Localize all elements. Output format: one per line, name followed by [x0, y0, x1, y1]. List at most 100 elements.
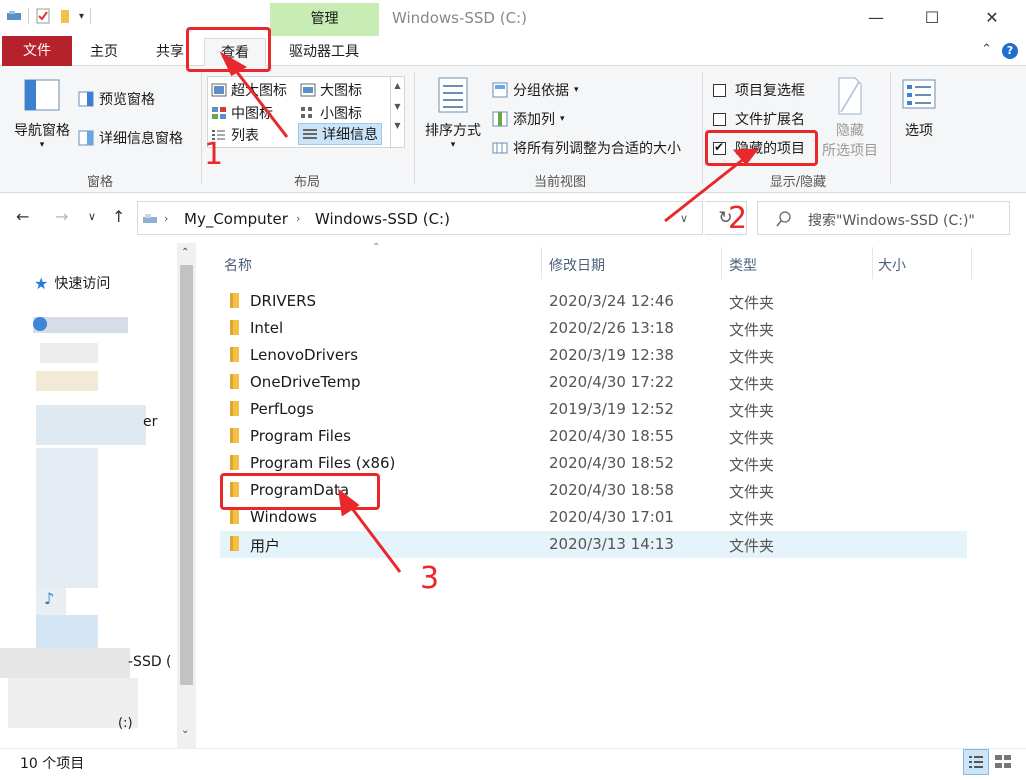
layout-details[interactable]: 详细信息 [298, 123, 382, 145]
chevron-up-icon[interactable]: ▲ [391, 81, 404, 90]
large-icons-view-button[interactable] [991, 749, 1017, 775]
file-name: Program Files (x86) [250, 454, 396, 472]
status-bar: 10 个项目 [0, 748, 1026, 780]
hide-selected-label-line1: 隐藏 [836, 123, 864, 139]
table-row[interactable]: Intel 2020/2/26 13:18 文件夹 [220, 315, 967, 342]
new-folder-icon[interactable] [57, 8, 73, 24]
table-row[interactable]: Program Files 2020/4/30 18:55 文件夹 [220, 423, 967, 450]
title-bar: ▾ 管理 Windows-SSD (C:) — ☐ ✕ [0, 0, 1026, 36]
options-button[interactable]: 选项 [894, 78, 944, 140]
properties-icon[interactable] [35, 8, 51, 24]
tab-home[interactable]: 主页 [80, 38, 128, 66]
file-extensions-toggle[interactable]: 文件扩展名 [713, 109, 805, 129]
close-button[interactable]: ✕ [972, 6, 1012, 30]
table-row[interactable]: LenovoDrivers 2020/3/19 12:38 文件夹 [220, 342, 967, 369]
nav-quick-access[interactable]: ★ 快速访问 [34, 273, 110, 293]
up-arrow-icon[interactable]: ↑ [112, 207, 125, 226]
column-header-type[interactable]: 类型 [729, 255, 757, 275]
table-row[interactable]: Windows 2020/4/30 17:01 文件夹 [220, 504, 967, 531]
hidden-items-checkbox[interactable] [713, 140, 726, 155]
folder-icon [230, 293, 239, 308]
file-modified-date: 2020/4/30 18:55 [549, 427, 674, 445]
preview-pane-button[interactable]: 预览窗格 [78, 89, 155, 109]
file-extensions-checkbox[interactable] [713, 112, 726, 126]
address-bar[interactable]: › My_Computer › Windows-SSD (C:) ∨ [137, 201, 703, 235]
divider [90, 8, 92, 24]
layout-group-label: 布局 [293, 175, 320, 190]
file-type: 文件夹 [729, 375, 775, 393]
search-input[interactable]: 搜索"Windows-SSD (C:)" [757, 201, 1010, 235]
customize-toolbar-icon[interactable]: ▾ [79, 11, 84, 22]
back-arrow-icon[interactable]: ← [16, 207, 29, 226]
help-icon[interactable]: ? [1002, 43, 1018, 59]
file-modified-date: 2020/3/13 14:13 [549, 535, 674, 553]
column-header-modified[interactable]: 修改日期 [549, 255, 605, 275]
item-checkboxes-checkbox[interactable] [713, 83, 726, 97]
layout-gallery-scroll[interactable]: ▲ ▼ ▼ [390, 77, 404, 149]
current-view-group-label: 当前视图 [533, 175, 586, 190]
chevron-down-icon[interactable]: ▼ [391, 102, 404, 111]
small-label: 小图标 [320, 106, 362, 122]
forward-arrow-icon[interactable]: → [55, 207, 68, 226]
layout-medium-icons[interactable]: 中图标 [211, 102, 273, 124]
fit-columns-button[interactable]: 将所有列调整为合适的大小 [492, 138, 681, 158]
preview-pane-label: 预览窗格 [99, 92, 155, 108]
preview-pane-icon [78, 91, 94, 107]
minimize-button[interactable]: — [856, 6, 896, 30]
options-icon [902, 79, 936, 109]
layout-small-icons[interactable]: 小图标 [300, 102, 362, 124]
breadcrumb-separator-icon[interactable]: › [296, 212, 300, 225]
divider [890, 72, 891, 184]
table-row[interactable]: PerfLogs 2019/3/19 12:52 文件夹 [220, 396, 967, 423]
add-column-button[interactable]: 添加列 ▾ [492, 109, 565, 129]
group-by-button[interactable]: 分组依据 ▾ [492, 80, 579, 100]
tab-drive-tools[interactable]: 驱动器工具 [276, 38, 372, 66]
collapse-ribbon-icon[interactable]: ⌃ [981, 42, 992, 57]
hide-selected-button[interactable]: 隐藏 所选项目 [818, 76, 882, 160]
folder-icon [230, 536, 239, 551]
maximize-button[interactable]: ☐ [912, 6, 952, 30]
table-row[interactable]: OneDriveTemp 2020/4/30 17:22 文件夹 [220, 369, 967, 396]
more-icon[interactable]: ▼ [391, 121, 404, 130]
table-row[interactable]: ProgramData 2020/4/30 18:58 文件夹 [220, 477, 967, 504]
breadcrumb-drive[interactable]: Windows-SSD (C:) [315, 210, 450, 228]
address-history-icon[interactable]: ∨ [680, 212, 688, 225]
scrollbar-thumb[interactable] [180, 265, 193, 685]
pane-group-label: 窗格 [86, 175, 113, 190]
item-checkboxes-toggle[interactable]: 项目复选框 [713, 80, 805, 100]
fit-columns-icon [492, 142, 508, 154]
table-row[interactable]: DRIVERS 2020/3/24 12:46 文件夹 [220, 288, 967, 315]
details-view-button[interactable] [963, 749, 989, 775]
column-header-name[interactable]: 名称 [224, 255, 252, 275]
column-header-size[interactable]: 大小 [878, 255, 906, 275]
layout-large-icons[interactable]: 大图标 [300, 79, 362, 101]
layout-extra-large-icons[interactable]: 超大图标 [211, 79, 287, 101]
file-type: 文件夹 [729, 429, 775, 447]
details-pane-button[interactable]: 详细信息窗格 [78, 128, 183, 148]
breadcrumb-root[interactable]: My_Computer [184, 210, 288, 228]
tab-file[interactable]: 文件 [2, 36, 72, 66]
quick-access-toolbar: ▾ [6, 8, 92, 24]
chevron-down-icon[interactable]: ⌄ [181, 725, 189, 736]
star-icon: ★ [34, 273, 49, 293]
folder-icon [230, 509, 239, 524]
file-name: Intel [250, 319, 284, 337]
sort-by-button[interactable]: 排序方式 ▾ [420, 76, 486, 150]
tab-share[interactable]: 共享 [146, 38, 194, 66]
annotation-number-2: 2 [728, 201, 748, 236]
table-row[interactable]: 用户 2020/3/13 14:13 文件夹 [220, 531, 967, 558]
recent-locations-icon[interactable]: ∨ [88, 210, 96, 223]
search-placeholder: 搜索"Windows-SSD (C:)" [808, 213, 975, 229]
sort-icon [438, 77, 468, 113]
nav-pane-scrollbar[interactable]: ⌃ ⌄ [177, 243, 196, 748]
breadcrumb-separator-icon[interactable]: › [164, 212, 168, 225]
chevron-up-icon[interactable]: ⌃ [181, 247, 189, 258]
table-row[interactable]: Program Files (x86) 2020/4/30 18:52 文件夹 [220, 450, 967, 477]
nav-pane-button[interactable]: 导航窗格 ▾ [8, 78, 76, 150]
obscured-item [36, 448, 98, 588]
tab-view[interactable]: 查看 [204, 38, 266, 67]
drive-icon [143, 214, 157, 223]
hidden-items-toggle[interactable]: 隐藏的项目 [713, 138, 805, 158]
manage-context-tab[interactable]: 管理 [270, 3, 379, 36]
folder-icon [230, 455, 239, 470]
